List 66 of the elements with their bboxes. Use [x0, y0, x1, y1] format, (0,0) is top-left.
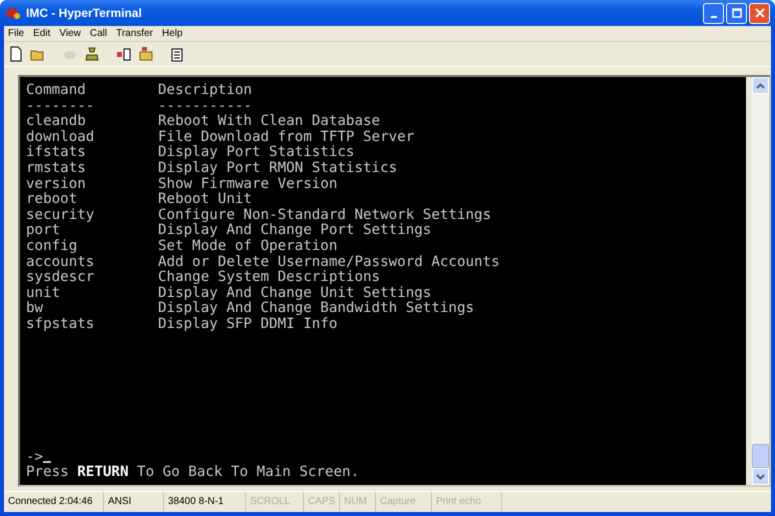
maximize-icon: [732, 8, 742, 18]
scrollbar[interactable]: [752, 77, 769, 485]
command-description: Show Firmware Version: [158, 176, 338, 192]
command-description: Change System Descriptions: [158, 270, 380, 286]
close-icon: [754, 8, 764, 18]
status-field: Connected 2:04:46: [4, 492, 104, 512]
document-icon[interactable]: [8, 46, 24, 62]
menu-item[interactable]: Edit: [33, 28, 50, 39]
minimize-button[interactable]: [703, 2, 724, 24]
menu-item[interactable]: File: [8, 28, 24, 39]
terminal-text: Press RETURN To Go Back To Main Screen.: [26, 465, 360, 481]
prompt-text: ->: [26, 450, 44, 466]
command-description: Display And Change Unit Settings: [158, 286, 432, 301]
terminal-screen[interactable]: [20, 77, 746, 485]
command-name: bw: [26, 301, 44, 317]
command-name: security: [26, 208, 96, 224]
menu-item[interactable]: View: [59, 28, 81, 39]
command-name: rmstats: [26, 160, 87, 177]
window-title: IMC - HyperTerminal: [26, 6, 142, 20]
menu-item[interactable]: Call: [90, 28, 108, 39]
terminal-text: Command: [26, 83, 87, 99]
status-field: CAPS: [304, 492, 340, 512]
command-description: Configure Non-Standard Network Settings: [158, 208, 492, 223]
status-field: SCROLL: [246, 492, 304, 512]
minimize-icon: [710, 16, 716, 18]
command-name: download: [26, 130, 96, 145]
status-field: ANSI: [104, 492, 164, 512]
command-description: Reboot Unit: [158, 192, 252, 208]
terminal-text: -----------: [158, 98, 252, 114]
status-field: 38400 8-N-1: [164, 492, 246, 512]
maximize-button[interactable]: [726, 2, 747, 24]
status-field: Print echo: [432, 492, 502, 512]
command-description: Display And Change Bandwidth Settings: [158, 301, 474, 317]
command-name: unit: [26, 286, 62, 301]
status-field: Capture: [376, 492, 432, 512]
chevron-up-icon: [756, 82, 765, 88]
command-name: accounts: [26, 254, 96, 270]
command-name: cleandb: [26, 114, 87, 130]
command-name: sfpstats: [26, 316, 96, 332]
close-button[interactable]: [749, 2, 770, 24]
command-description: Display Port Statistics: [158, 145, 354, 161]
command-description: Display Port RMON Statistics: [158, 160, 398, 177]
chevron-down-icon: [756, 474, 765, 480]
text-cursor: [43, 461, 52, 464]
folder-icon[interactable]: [138, 46, 154, 62]
menu-item[interactable]: Transfer: [116, 28, 153, 39]
scroll-thumb[interactable]: [752, 444, 769, 468]
command-name: port: [26, 223, 62, 239]
status-field: NUM: [340, 492, 376, 512]
command-name: version: [26, 176, 87, 192]
scroll-down-button[interactable]: [752, 468, 769, 485]
terminal-text: Description: [158, 83, 252, 99]
command-description: Add or Delete Username/Password Accounts: [158, 254, 500, 270]
command-description: Display And Change Port Settings: [158, 223, 432, 239]
document-icon[interactable]: [116, 46, 132, 62]
command-name: sysdescr: [26, 270, 96, 286]
command-name: ifstats: [26, 145, 87, 161]
scroll-up-button[interactable]: [752, 77, 769, 94]
command-description: Set Mode of Operation: [158, 238, 338, 255]
command-name: config: [26, 238, 78, 255]
command-description: Display SFP DDMI Info: [158, 316, 338, 332]
command-name: reboot: [26, 192, 78, 208]
terminal-text: --------: [26, 98, 96, 114]
command-description: Reboot With Clean Database: [158, 114, 380, 130]
menu-item[interactable]: Help: [162, 28, 183, 39]
command-description: File Download from TFTP Server: [158, 130, 414, 145]
